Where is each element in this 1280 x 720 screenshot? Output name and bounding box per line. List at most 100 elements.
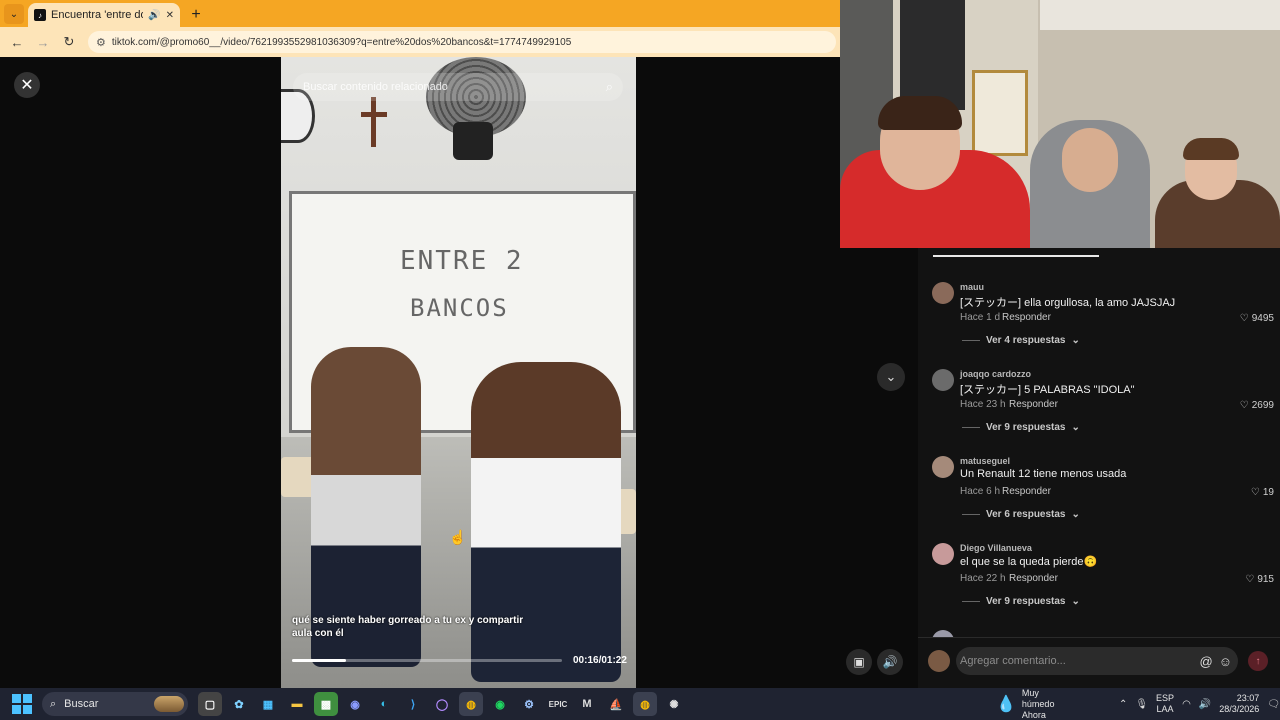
tiktok-icon: ♪ xyxy=(34,9,46,21)
microphone-icon[interactable]: 🎙 xyxy=(1135,699,1148,710)
address-bar[interactable]: ⚙ tiktok.com/@promo60__/video/7621993552… xyxy=(88,31,836,53)
language-code: ESP xyxy=(1156,693,1175,703)
mention-icon[interactable]: @ xyxy=(1200,654,1213,669)
like-button[interactable]: ♡ 2699 xyxy=(1240,400,1274,411)
webcam-overlay xyxy=(840,0,1280,248)
related-search-placeholder: Buscar contenido relacionado xyxy=(303,81,448,93)
view-replies-button[interactable]: Ver 6 respuestas ⌄ xyxy=(962,509,1080,520)
pip-button[interactable]: ▣ xyxy=(846,649,872,675)
system-tray: 💧 Muy húmedo Ahora ⌃ 🎙 ESP LAA ◠ 🔊 23:07… xyxy=(996,688,1280,720)
avatar[interactable] xyxy=(932,543,954,565)
video-player[interactable]: ENTRE 2 BANCOS Buscar contenido relacion… xyxy=(281,57,636,688)
reply-button[interactable]: Responder xyxy=(1009,573,1058,584)
forward-button[interactable]: → xyxy=(32,31,54,53)
file-explorer-icon[interactable]: ▬ xyxy=(285,692,309,716)
like-count: 915 xyxy=(1257,574,1274,585)
comment-text: [ステッカー] 5 PALABRAS "IDOLA" xyxy=(960,384,1135,396)
site-info-icon[interactable]: ⚙ xyxy=(96,36,106,49)
back-button[interactable]: ← xyxy=(6,31,28,53)
search-highlight-image xyxy=(154,696,184,712)
browser-tab-active[interactable]: ♪ Encuentra 'entre dos banco 🔊 ✕ xyxy=(28,3,180,27)
like-button[interactable]: ♡ 19 xyxy=(1251,487,1274,498)
chevron-up-icon[interactable]: ⌃ xyxy=(1119,699,1127,710)
volume-button[interactable]: 🔊 xyxy=(877,649,903,675)
taskbar-clock[interactable]: 23:07 28/3/2026 xyxy=(1219,693,1259,715)
heart-icon: ♡ xyxy=(1245,574,1255,585)
view-replies-button[interactable]: Ver 9 respuestas ⌄ xyxy=(962,422,1080,433)
view-replies-button[interactable]: Ver 4 respuestas ⌄ xyxy=(962,335,1080,346)
url-text: tiktok.com/@promo60__/video/762199355298… xyxy=(111,36,572,48)
discord-icon[interactable]: ◉ xyxy=(343,692,367,716)
new-tab-button[interactable]: + xyxy=(184,3,208,27)
like-button[interactable]: ♡ 915 xyxy=(1245,574,1274,585)
divider xyxy=(962,601,980,602)
chatgpt-icon[interactable]: ✺ xyxy=(662,692,686,716)
comment-username[interactable]: mauu xyxy=(960,282,984,292)
steam-icon[interactable]: ⚙ xyxy=(517,692,541,716)
reply-button[interactable]: Responder xyxy=(1002,312,1051,323)
comment-text: Un Renault 12 tiene menos usada xyxy=(960,468,1127,480)
tab-search-button[interactable]: ⌄ xyxy=(4,4,24,24)
comment-time: Hace 23 h xyxy=(960,399,1006,410)
store-icon[interactable]: ▦ xyxy=(256,692,280,716)
divider xyxy=(962,514,980,515)
reply-button[interactable]: Responder xyxy=(1009,399,1058,410)
reply-button[interactable]: Responder xyxy=(1002,486,1051,497)
person-left-hair xyxy=(878,96,962,130)
search-icon[interactable]: ⌕ xyxy=(606,79,613,95)
add-comment-bar: Agregar comentario... @ ☺ ↑ xyxy=(918,637,1280,688)
like-button[interactable]: ♡ 9495 xyxy=(1240,313,1274,324)
taskbar: ⌕ Buscar ▢ ✿ ▦ ▬ ▩ ◉ ◐ ⟩ ◯ ◍ ◉ ⚙ EPIC M … xyxy=(0,688,1280,720)
view-replies-button[interactable]: Ver 9 respuestas ⌄ xyxy=(962,596,1080,607)
windows-start-icon[interactable] xyxy=(12,694,32,714)
comment-username[interactable]: joaqqo cardozzo xyxy=(960,369,1031,379)
divider xyxy=(962,340,980,341)
chrome-icon[interactable]: ◍ xyxy=(633,692,657,716)
edge-icon[interactable]: ◐ xyxy=(372,692,396,716)
emoji-icon[interactable]: ☺ xyxy=(1219,654,1232,669)
send-comment-button[interactable]: ↑ xyxy=(1248,651,1268,671)
wifi-icon[interactable]: ◠ xyxy=(1182,699,1191,710)
screen: ⌄ ♪ Encuentra 'entre dos banco 🔊 ✕ + ← →… xyxy=(0,0,1280,720)
view-replies-label: Ver 6 respuestas xyxy=(986,509,1066,520)
language-indicator[interactable]: ESP LAA xyxy=(1156,693,1174,715)
spotify-icon[interactable]: ◉ xyxy=(488,692,512,716)
reload-button[interactable]: ↻ xyxy=(58,31,80,53)
vscode-icon[interactable]: ⟩ xyxy=(401,692,425,716)
chrome-profile-icon[interactable]: ◍ xyxy=(459,692,483,716)
related-search-bar[interactable]: Buscar contenido relacionado ⌕ xyxy=(293,73,623,101)
next-video-button[interactable]: ⌄ xyxy=(877,363,905,391)
steam-alt-icon[interactable]: ⛵ xyxy=(604,692,628,716)
comment-username[interactable]: matuseguel xyxy=(960,456,1010,466)
minecraft-icon[interactable]: ▩ xyxy=(314,692,338,716)
comment-text: [ステッカー] ella orgullosa, la amo JAJSJAJ xyxy=(960,297,1176,309)
task-view-icon[interactable]: ▢ xyxy=(198,692,222,716)
heart-icon: ♡ xyxy=(1239,313,1249,324)
avatar[interactable] xyxy=(928,650,950,672)
chevron-down-icon: ⌄ xyxy=(1071,596,1080,607)
clock-time: 23:07 xyxy=(1236,693,1260,703)
weather-widget[interactable]: 💧 Muy húmedo Ahora xyxy=(996,688,1065,720)
close-video-button[interactable]: ✕ xyxy=(14,72,40,98)
github-icon[interactable]: ◯ xyxy=(430,692,454,716)
comment-input[interactable]: Agregar comentario... @ ☺ xyxy=(956,647,1238,675)
taskbar-search[interactable]: ⌕ Buscar xyxy=(42,692,188,716)
epic-games-icon[interactable]: EPIC xyxy=(546,692,570,716)
avatar[interactable] xyxy=(932,456,954,478)
chevron-down-icon: ⌄ xyxy=(1071,509,1080,520)
person-right-hair xyxy=(1183,138,1239,160)
close-tab-icon[interactable]: ✕ xyxy=(166,10,174,21)
copilot-icon[interactable]: ✿ xyxy=(227,692,251,716)
avatar[interactable] xyxy=(932,369,954,391)
comment-time: Hace 6 h xyxy=(960,486,1001,497)
volume-icon[interactable]: 🔊 xyxy=(1199,699,1211,710)
humidity-icon: 💧 xyxy=(996,696,1016,713)
mail-icon[interactable]: M xyxy=(575,692,599,716)
heart-icon: ♡ xyxy=(1239,400,1249,411)
avatar[interactable] xyxy=(932,282,954,304)
notification-icon[interactable]: 🗨 xyxy=(1267,699,1280,710)
comment-username[interactable]: Diego Villanueva xyxy=(960,543,1032,553)
search-icon: ⌕ xyxy=(50,697,57,710)
video-progress-bar[interactable] xyxy=(292,659,562,662)
speaker-icon[interactable]: 🔊 xyxy=(148,10,160,21)
